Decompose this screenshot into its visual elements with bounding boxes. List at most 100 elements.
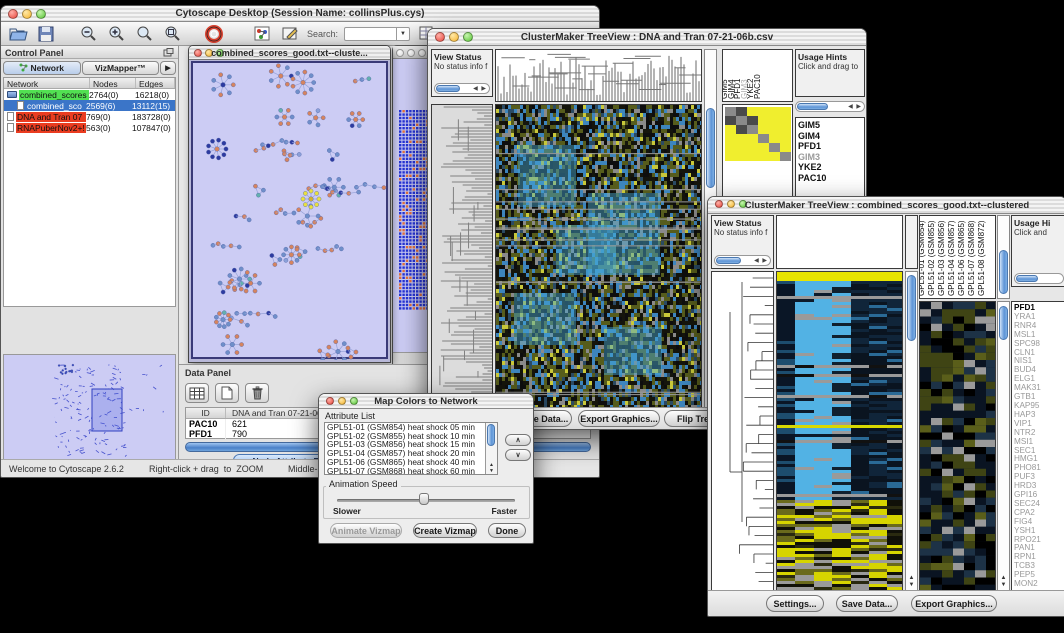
col-edges[interactable]: Edges bbox=[136, 78, 175, 88]
treeview-dna-title: ClusterMaker TreeView : DNA and Tran 07-… bbox=[428, 29, 866, 46]
gene-label[interactable]: GIM5 bbox=[798, 120, 864, 131]
dense-network-grid[interactable] bbox=[399, 110, 429, 312]
search-dropdown-icon[interactable]: ▼ bbox=[396, 28, 409, 40]
map-colors-dialog: Map Colors to Network Attribute List GPL… bbox=[318, 393, 534, 544]
move-up-button[interactable]: ∧ bbox=[505, 434, 531, 446]
global-heatmap[interactable] bbox=[776, 271, 903, 591]
gene-label[interactable]: GIM4 bbox=[798, 131, 864, 142]
zoom-in-icon[interactable] bbox=[105, 24, 127, 43]
genelist-vscrollbar[interactable]: ▲▼ bbox=[997, 301, 1010, 591]
array-column-label: GPL51-02 (GSM855) bbox=[927, 220, 936, 296]
slower-label: Slower bbox=[333, 506, 361, 516]
minimize-icon[interactable] bbox=[407, 49, 415, 57]
column-dendrogram[interactable] bbox=[495, 49, 702, 102]
network-row[interactable]: DNA and Tran 07 769(0) 183728(0) bbox=[4, 111, 175, 122]
speed-slider-thumb[interactable] bbox=[419, 493, 429, 505]
usage-hints-scrollbar[interactable] bbox=[1014, 273, 1064, 284]
gene-column-label: PAC10 bbox=[753, 74, 762, 99]
col-id[interactable]: ID bbox=[186, 408, 226, 418]
view-status-scrollbar[interactable]: ◀ ▶ bbox=[714, 255, 771, 266]
gene-label[interactable]: PFD1 bbox=[798, 141, 864, 152]
network-view-window: combined_scores_good.txt--cluste... bbox=[188, 45, 391, 363]
network-row[interactable]: RNAPuberNov2+! 563(0) 107847(0) bbox=[4, 122, 175, 133]
zoom-fit-icon[interactable] bbox=[133, 24, 155, 43]
network-edges-count: 183728(0) bbox=[132, 112, 175, 122]
search-input[interactable]: ▼ bbox=[344, 27, 410, 41]
control-panel: Control Panel Network VizMapper™ ▶ Netwo… bbox=[1, 46, 179, 459]
attribute-list-scrollbar[interactable]: ▲▼ bbox=[485, 423, 497, 474]
screen: Cytoscape Desktop (Session Name: collins… bbox=[0, 0, 1064, 633]
col-network[interactable]: Network bbox=[4, 78, 90, 88]
network-overview-panel[interactable] bbox=[3, 354, 176, 460]
gene-label-list: PFD1YRA1RNR4MSL1SPC98CLN1NIS1BUD4ELG1MAK… bbox=[1011, 301, 1064, 591]
tab-network[interactable]: Network bbox=[3, 61, 81, 75]
new-attribute-icon[interactable] bbox=[215, 383, 239, 403]
attribute-option[interactable]: GPL51-07 (GSM868) heat shock 60 min bbox=[325, 467, 497, 475]
network-view-titlebar[interactable]: combined_scores_good.txt--cluste... bbox=[189, 46, 390, 60]
gene-label[interactable]: PAC10 bbox=[798, 173, 864, 184]
tab-overflow-button[interactable]: ▶ bbox=[160, 61, 176, 75]
open-file-icon[interactable] bbox=[7, 24, 29, 43]
heatmap-vscrollbar[interactable]: ▲▼ bbox=[905, 271, 918, 591]
desktop-title: Cytoscape Desktop (Session Name: collins… bbox=[1, 8, 599, 19]
export-graphics-button[interactable]: Export Graphics... bbox=[578, 410, 660, 427]
gene-id: PFD1 bbox=[186, 429, 226, 439]
treeview-combined-window: ClusterMaker TreeView : combined_scores_… bbox=[707, 196, 1064, 617]
view-status-scrollbar[interactable]: ◀ ▶ bbox=[434, 83, 490, 94]
annotation-icon[interactable] bbox=[279, 24, 301, 43]
network-nodes-count: 563(0) bbox=[86, 123, 132, 133]
labels-vscrollbar[interactable] bbox=[997, 215, 1010, 299]
network-canvas[interactable] bbox=[191, 61, 388, 359]
export-graphics-button[interactable]: Export Graphics... bbox=[911, 595, 997, 612]
column-dendrogram[interactable] bbox=[776, 215, 903, 269]
zoom-column-labels: GIM5GIM4PFD1GIM3YKE2PAC10 bbox=[722, 49, 793, 102]
save-session-icon[interactable] bbox=[35, 24, 57, 43]
network-view-title: combined_scores_good.txt--cluste... bbox=[189, 46, 390, 60]
status-welcome: Welcome to Cytoscape 2.6.2 bbox=[9, 464, 124, 474]
plugin-icon[interactable] bbox=[251, 24, 273, 43]
array-column-label: GPL51-01 (GSM854) bbox=[919, 220, 926, 296]
zoom-heatmap[interactable] bbox=[919, 301, 996, 591]
network-row[interactable]: combined_scores 2764(0) 16218(0) bbox=[4, 89, 175, 100]
tab-vizmapper[interactable]: VizMapper™ bbox=[82, 61, 160, 75]
gene-label[interactable]: YKE2 bbox=[798, 162, 864, 173]
usage-hints-scrollbar[interactable]: ◀ ▶ bbox=[795, 101, 865, 112]
gene-label[interactable]: MON2 bbox=[1014, 580, 1064, 589]
delete-attribute-icon[interactable] bbox=[245, 383, 269, 403]
close-icon[interactable] bbox=[396, 49, 404, 57]
treeview-dna-titlebar[interactable]: ClusterMaker TreeView : DNA and Tran 07-… bbox=[428, 29, 866, 46]
network-row-icon bbox=[17, 101, 24, 110]
global-heatmap[interactable] bbox=[495, 104, 702, 409]
row-dendrogram[interactable] bbox=[431, 104, 493, 409]
network-row-icon bbox=[7, 123, 14, 132]
col-nodes[interactable]: Nodes bbox=[90, 78, 136, 88]
treeview-combined-titlebar[interactable]: ClusterMaker TreeView : combined_scores_… bbox=[708, 197, 1064, 214]
create-vizmap-button[interactable]: Create Vizmap bbox=[413, 523, 477, 538]
status-zoom-hint: Right-click + drag to ZOOM bbox=[149, 464, 263, 474]
help-icon[interactable] bbox=[203, 24, 225, 43]
animate-vizmap-button[interactable]: Animate Vizmap bbox=[330, 523, 402, 538]
treeview-combined-buttonbar: Settings... Save Data... Export Graphics… bbox=[708, 590, 1064, 616]
dialog-titlebar[interactable]: Map Colors to Network bbox=[319, 394, 533, 409]
save-data-button[interactable]: Save Data... bbox=[836, 595, 898, 612]
settings-button[interactable]: Settings... bbox=[766, 595, 824, 612]
network-nodes-count: 2569(6) bbox=[86, 101, 132, 111]
attribute-select-icon[interactable] bbox=[185, 383, 209, 403]
gene-id: PAC10 bbox=[186, 419, 226, 429]
usage-hints-box: Usage Hints Click and drag to bbox=[795, 49, 865, 97]
network-row[interactable]: combined_sco 2569(6) 13112(15) bbox=[4, 100, 175, 111]
background-network-window[interactable] bbox=[392, 45, 430, 375]
network-edges-count: 16218(0) bbox=[135, 90, 175, 100]
row-dendrogram[interactable] bbox=[711, 271, 774, 591]
gene-label[interactable]: GIM3 bbox=[798, 152, 864, 163]
float-panel-icon[interactable] bbox=[163, 48, 174, 59]
zoom-out-icon[interactable] bbox=[77, 24, 99, 43]
desktop-titlebar[interactable]: Cytoscape Desktop (Session Name: collins… bbox=[1, 6, 599, 22]
network-row-icon bbox=[7, 91, 17, 98]
scroll-gap bbox=[905, 215, 918, 269]
zoom-window-icon[interactable] bbox=[418, 49, 426, 57]
control-panel-title: Control Panel bbox=[5, 48, 64, 58]
move-down-button[interactable]: ∨ bbox=[505, 449, 531, 461]
zoom-selected-icon[interactable] bbox=[161, 24, 183, 43]
done-button[interactable]: Done bbox=[488, 523, 526, 538]
